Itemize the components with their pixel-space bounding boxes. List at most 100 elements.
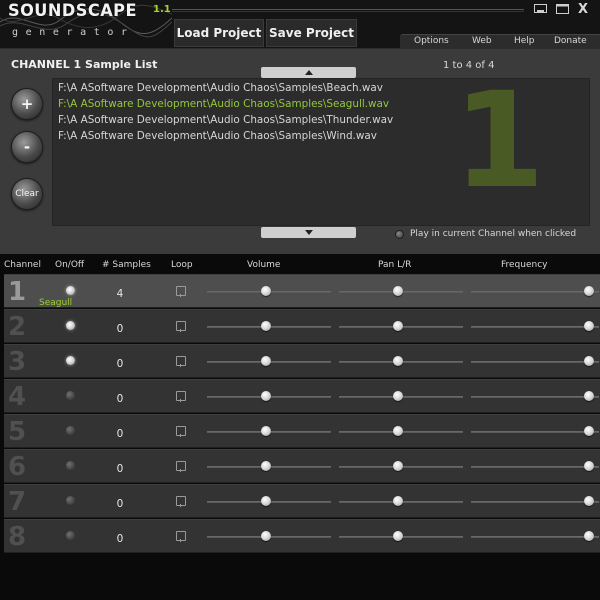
sample-list-item[interactable]: F:\A ASoftware Development\Audio Chaos\S… bbox=[58, 130, 377, 142]
clear-samples-button[interactable]: Clear bbox=[11, 178, 43, 210]
menu-item-help[interactable]: Help bbox=[514, 35, 535, 48]
loop-checkbox-icon[interactable] bbox=[176, 531, 186, 542]
add-sample-button[interactable]: + bbox=[11, 88, 43, 120]
volume-slider-knob[interactable] bbox=[261, 531, 271, 541]
scroll-down-button[interactable] bbox=[261, 227, 356, 238]
pan-slider-knob[interactable] bbox=[393, 356, 403, 366]
menu-item-options[interactable]: Options bbox=[414, 35, 449, 48]
minimize-icon[interactable] bbox=[534, 4, 547, 14]
channel-row[interactable]: 70 bbox=[4, 484, 600, 518]
sample-list-item[interactable]: F:\A ASoftware Development\Audio Chaos\S… bbox=[58, 82, 383, 94]
frequency-slider-knob[interactable] bbox=[584, 461, 594, 471]
loop-checkbox-icon[interactable] bbox=[176, 356, 186, 367]
load-project-button[interactable]: Load Project bbox=[174, 19, 264, 47]
volume-slider-knob[interactable] bbox=[261, 426, 271, 436]
channel-sample-count: 0 bbox=[116, 463, 124, 475]
sample-list-item[interactable]: F:\A ASoftware Development\Audio Chaos\S… bbox=[58, 114, 393, 126]
menu-item-donate[interactable]: Donate bbox=[554, 35, 587, 48]
volume-slider-knob[interactable] bbox=[261, 461, 271, 471]
arrow-down-icon bbox=[304, 230, 313, 235]
frequency-slider-track[interactable] bbox=[471, 361, 599, 363]
close-button[interactable]: X bbox=[578, 2, 588, 17]
channel-sample-count: 4 bbox=[116, 288, 124, 300]
sample-range-indicator: 1 to 4 of 4 bbox=[443, 60, 495, 71]
channel-onoff-toggle[interactable] bbox=[66, 496, 75, 505]
frequency-slider-track[interactable] bbox=[471, 291, 599, 293]
pan-slider-knob[interactable] bbox=[393, 426, 403, 436]
channel-number: 3 bbox=[8, 347, 27, 377]
frequency-slider-track[interactable] bbox=[471, 431, 599, 433]
save-project-button[interactable]: Save Project bbox=[266, 19, 357, 47]
loop-checkbox-icon[interactable] bbox=[176, 461, 186, 472]
pan-slider-knob[interactable] bbox=[393, 496, 403, 506]
header-onoff: On/Off bbox=[55, 260, 85, 270]
volume-slider-knob[interactable] bbox=[261, 391, 271, 401]
title-bar: SOUNDSCAPE 1.1 generator X Load Project … bbox=[0, 0, 600, 48]
frequency-slider-track[interactable] bbox=[471, 396, 599, 398]
channel-number: 1 bbox=[8, 277, 27, 307]
play-in-channel-label: Play in current Channel when clicked bbox=[410, 229, 577, 239]
channel-row[interactable]: 60 bbox=[4, 449, 600, 483]
channel-onoff-toggle[interactable] bbox=[66, 391, 75, 400]
loop-checkbox-icon[interactable] bbox=[176, 391, 186, 402]
current-channel-number: 1 bbox=[453, 78, 545, 218]
pan-slider-knob[interactable] bbox=[393, 391, 403, 401]
volume-slider-knob[interactable] bbox=[261, 321, 271, 331]
menu-item-web[interactable]: Web bbox=[472, 35, 492, 48]
channel-sample-count: 0 bbox=[116, 393, 124, 405]
frequency-slider-knob[interactable] bbox=[584, 321, 594, 331]
channel-number: 7 bbox=[8, 487, 27, 517]
channel-row[interactable]: 1 Seagull 4 bbox=[4, 274, 600, 308]
channel-onoff-toggle[interactable] bbox=[66, 531, 75, 540]
frequency-slider-knob[interactable] bbox=[584, 426, 594, 436]
loop-checkbox-icon[interactable] bbox=[176, 496, 186, 507]
frequency-slider-knob[interactable] bbox=[584, 496, 594, 506]
frequency-slider-knob[interactable] bbox=[584, 531, 594, 541]
channel-sample-count: 0 bbox=[116, 533, 124, 545]
frequency-slider-knob[interactable] bbox=[584, 286, 594, 296]
loop-checkbox-icon[interactable] bbox=[176, 321, 186, 332]
sample-list[interactable]: 1 F:\A ASoftware Development\Audio Chaos… bbox=[52, 78, 590, 226]
channel-onoff-toggle[interactable] bbox=[66, 426, 75, 435]
volume-slider-knob[interactable] bbox=[261, 356, 271, 366]
remove-sample-button[interactable]: - bbox=[11, 131, 43, 163]
volume-slider-knob[interactable] bbox=[261, 286, 271, 296]
logo-subtitle: generator bbox=[12, 27, 135, 38]
app-logo: SOUNDSCAPE 1.1 generator bbox=[0, 0, 172, 48]
frequency-slider-track[interactable] bbox=[471, 501, 599, 503]
pan-slider-knob[interactable] bbox=[393, 321, 403, 331]
maximize-icon[interactable] bbox=[556, 4, 569, 14]
scroll-up-button[interactable] bbox=[261, 67, 356, 78]
frequency-slider-knob[interactable] bbox=[584, 391, 594, 401]
frequency-slider-track[interactable] bbox=[471, 326, 599, 328]
loop-checkbox-icon[interactable] bbox=[176, 426, 186, 437]
header-pan: Pan L/R bbox=[378, 260, 412, 270]
pan-slider-knob[interactable] bbox=[393, 286, 403, 296]
channel-row[interactable]: 20 bbox=[4, 309, 600, 343]
channel-row[interactable]: 40 bbox=[4, 379, 600, 413]
volume-slider-knob[interactable] bbox=[261, 496, 271, 506]
channel-number: 2 bbox=[8, 312, 27, 342]
frequency-slider-track[interactable] bbox=[471, 466, 599, 468]
channel-onoff-toggle[interactable] bbox=[66, 286, 75, 295]
logo-version: 1.1 bbox=[153, 4, 171, 15]
header-samples: # Samples bbox=[102, 260, 151, 270]
channel-sample-count: 0 bbox=[116, 428, 124, 440]
arrow-up-icon bbox=[304, 70, 313, 75]
channel-current-sample: Seagull bbox=[39, 298, 73, 308]
header-channel: Channel bbox=[4, 260, 41, 270]
loop-checkbox-icon[interactable] bbox=[176, 286, 186, 297]
pan-slider-knob[interactable] bbox=[393, 461, 403, 471]
play-in-channel-toggle[interactable] bbox=[395, 230, 404, 239]
channel-row[interactable]: 80 bbox=[4, 519, 600, 553]
channel-onoff-toggle[interactable] bbox=[66, 461, 75, 470]
sample-list-item[interactable]: F:\A ASoftware Development\Audio Chaos\S… bbox=[58, 98, 389, 110]
channel-onoff-toggle[interactable] bbox=[66, 321, 75, 330]
frequency-slider-track[interactable] bbox=[471, 536, 599, 538]
channel-row[interactable]: 50 bbox=[4, 414, 600, 448]
frequency-slider-knob[interactable] bbox=[584, 356, 594, 366]
channel-onoff-toggle[interactable] bbox=[66, 356, 75, 365]
channel-row[interactable]: 30 bbox=[4, 344, 600, 378]
menu-bar: Options Web Help Donate bbox=[400, 34, 600, 48]
pan-slider-knob[interactable] bbox=[393, 531, 403, 541]
